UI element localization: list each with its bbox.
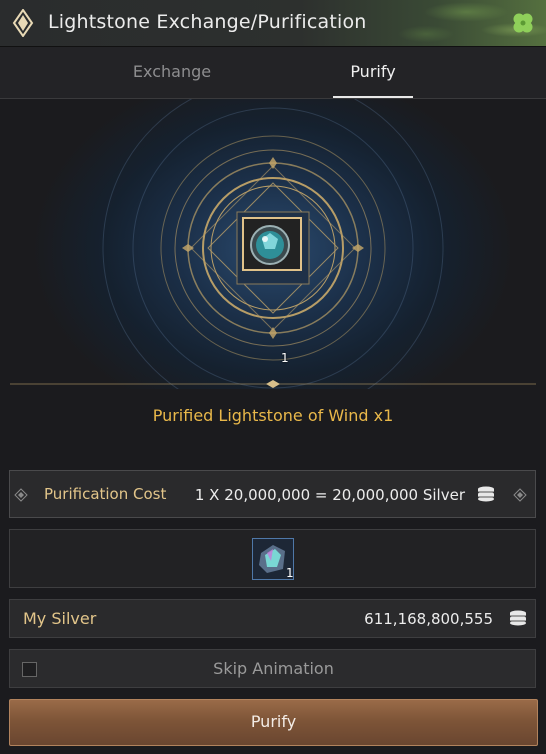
active-tab-underline [333, 96, 413, 98]
purification-cost-value: 1 X 20,000,000 = 20,000,000 Silver [194, 486, 465, 504]
skip-animation-label: Skip Animation [213, 659, 334, 678]
title-bar: Lightstone Exchange/Purification [0, 0, 546, 47]
tab-purify-label: Purify [350, 62, 396, 81]
purification-cost-panel: Purification Cost 1 X 20,000,000 = 20,00… [9, 470, 536, 518]
diamond-ornament-icon [14, 488, 28, 502]
skip-animation-toggle[interactable]: Skip Animation [9, 649, 536, 688]
my-silver-panel: My Silver 611,168,800,555 [9, 599, 536, 638]
tab-exchange[interactable]: Exchange [92, 47, 252, 98]
purify-button[interactable]: Purify [9, 699, 538, 746]
window-title: Lightstone Exchange/Purification [48, 11, 367, 33]
diamond-ornament-icon [513, 488, 527, 502]
purification-cost-label: Purification Cost [44, 485, 167, 503]
lightstone-gem-icon [250, 225, 290, 265]
material-quantity: 1 [286, 566, 294, 580]
tab-purify[interactable]: Purify [333, 47, 413, 98]
tab-bar: Exchange Purify [0, 47, 546, 99]
silver-coins-icon [510, 610, 526, 626]
purification-result-text: Purified Lightstone of Wind x1 [152, 406, 394, 425]
purification-stage: 1 [0, 99, 546, 389]
stage-item-quantity: 1 [281, 351, 289, 365]
diamond-icon [12, 9, 34, 37]
my-silver-value: 611,168,800,555 [364, 610, 493, 628]
magic-circle [10, 99, 536, 389]
material-slot[interactable]: 1 [252, 538, 294, 580]
silver-coins-icon [478, 486, 494, 502]
material-panel: 1 [9, 529, 536, 588]
clover-icon[interactable] [510, 10, 536, 36]
my-silver-label: My Silver [23, 609, 97, 628]
